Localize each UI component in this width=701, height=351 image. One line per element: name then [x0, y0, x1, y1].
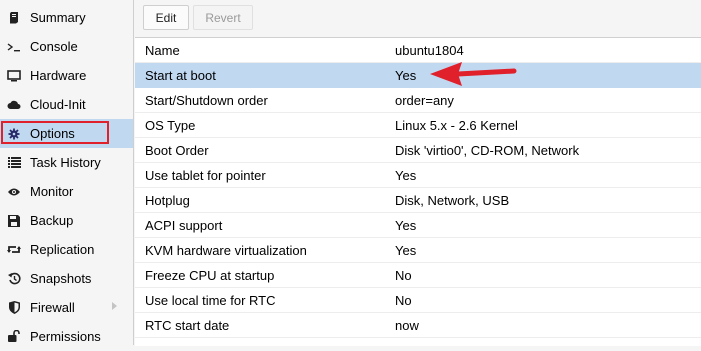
sidebar-item-snapshots[interactable]: Snapshots [0, 264, 133, 293]
option-key: ACPI support [145, 217, 223, 233]
unlock-icon [7, 330, 21, 344]
sidebar-item-label: Options [30, 126, 75, 141]
monitor-icon [7, 69, 21, 83]
sidebar-item-label: Summary [30, 10, 86, 25]
options-grid: Name ubuntu1804 Start at boot Yes Start/… [135, 37, 701, 346]
option-row-freeze-cpu[interactable]: Freeze CPU at startup No [135, 263, 701, 288]
option-row-acpi-support[interactable]: ACPI support Yes [135, 213, 701, 238]
sidebar-item-summary[interactable]: Summary [0, 3, 133, 32]
options-toolbar: Edit Revert [135, 0, 701, 36]
option-key: OS Type [145, 117, 196, 133]
option-value: now [395, 317, 419, 333]
history-icon [7, 272, 21, 286]
summary-icon [7, 11, 21, 25]
option-key: Start at boot [145, 67, 216, 83]
option-value: Yes [395, 167, 417, 183]
option-value: Disk, Network, USB [395, 192, 510, 208]
option-key: Start/Shutdown order [145, 92, 268, 108]
sidebar-item-label: Monitor [30, 184, 74, 199]
option-value: Yes [395, 67, 417, 83]
option-value: Yes [395, 242, 417, 258]
sidebar-item-label: Cloud-Init [30, 97, 86, 112]
option-row-local-time-rtc[interactable]: Use local time for RTC No [135, 288, 701, 313]
option-row-use-tablet[interactable]: Use tablet for pointer Yes [135, 163, 701, 188]
sidebar-item-permissions[interactable]: Permissions [0, 322, 133, 351]
option-key: Use local time for RTC [145, 292, 276, 308]
terminal-icon [7, 40, 21, 54]
sidebar-item-replication[interactable]: Replication [0, 235, 133, 264]
option-key: Hotplug [145, 192, 190, 208]
annotation-arrow-icon [430, 62, 517, 86]
option-row-start-shutdown-order[interactable]: Start/Shutdown order order=any [135, 88, 701, 113]
option-value: Linux 5.x - 2.6 Kernel [395, 117, 518, 133]
sidebar-item-label: Backup [30, 213, 74, 228]
vm-sidebar: Summary Console Hardware Cloud-Init Opti… [0, 0, 134, 345]
option-key: KVM hardware virtualization [145, 242, 307, 258]
sidebar-item-label: Replication [30, 242, 95, 257]
option-key: RTC start date [145, 317, 230, 333]
eye-icon [7, 185, 21, 199]
sidebar-item-monitor[interactable]: Monitor [0, 177, 133, 206]
sidebar-item-cloud-init[interactable]: Cloud-Init [0, 90, 133, 119]
shield-icon [7, 301, 21, 315]
cloud-icon [7, 98, 21, 112]
option-row-hotplug[interactable]: Hotplug Disk, Network, USB [135, 188, 701, 213]
option-row-start-at-boot[interactable]: Start at boot Yes [135, 63, 701, 88]
sidebar-item-hardware[interactable]: Hardware [0, 61, 133, 90]
option-row-os-type[interactable]: OS Type Linux 5.x - 2.6 Kernel [135, 113, 701, 138]
option-key: Use tablet for pointer [145, 167, 266, 183]
option-value: No [395, 267, 412, 283]
sidebar-item-console[interactable]: Console [0, 32, 133, 61]
option-value: Yes [395, 217, 417, 233]
sidebar-item-backup[interactable]: Backup [0, 206, 133, 235]
list-icon [7, 156, 21, 170]
sidebar-item-label: Console [30, 39, 78, 54]
option-value: ubuntu1804 [395, 42, 464, 58]
option-row-name[interactable]: Name ubuntu1804 [135, 38, 701, 63]
option-value: order=any [395, 92, 454, 108]
sidebar-item-label: Task History [30, 155, 101, 170]
option-row-boot-order[interactable]: Boot Order Disk 'virtio0', CD-ROM, Netwo… [135, 138, 701, 163]
option-value: Disk 'virtio0', CD-ROM, Network [395, 142, 580, 158]
option-row-rtc-start-date[interactable]: RTC start date now [135, 313, 701, 338]
option-key: Name [145, 42, 180, 58]
gear-icon [7, 127, 21, 141]
floppy-icon [7, 214, 21, 228]
option-key: Freeze CPU at startup [145, 267, 275, 283]
sidebar-item-label: Firewall [30, 300, 75, 315]
chevron-right-icon[interactable] [112, 302, 117, 310]
sidebar-item-options[interactable]: Options [0, 119, 133, 148]
sidebar-item-task-history[interactable]: Task History [0, 148, 133, 177]
option-key: Boot Order [145, 142, 209, 158]
option-row-kvm-virtualization[interactable]: KVM hardware virtualization Yes [135, 238, 701, 263]
revert-button[interactable]: Revert [193, 5, 253, 30]
sidebar-item-label: Hardware [30, 68, 87, 83]
option-value: No [395, 292, 412, 308]
sidebar-item-label: Snapshots [30, 271, 92, 286]
edit-button[interactable]: Edit [143, 5, 189, 30]
retweet-icon [7, 243, 21, 257]
sidebar-item-label: Permissions [30, 329, 101, 344]
